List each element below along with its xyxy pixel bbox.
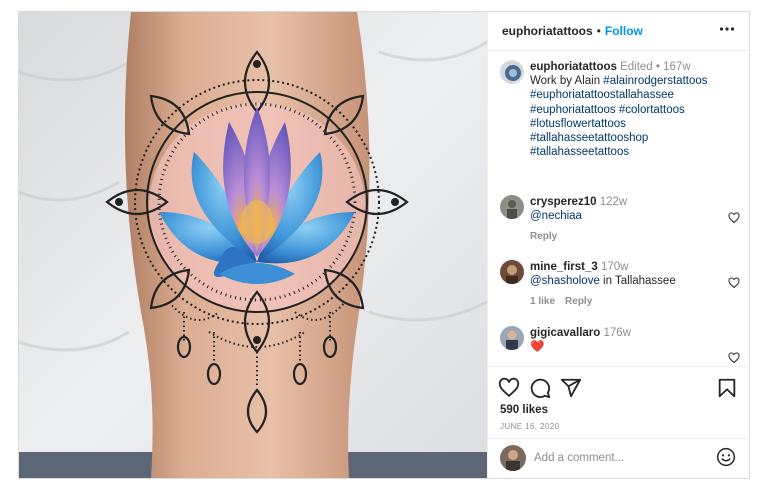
- hashtag-link[interactable]: #tallahasseetattoos: [530, 146, 629, 158]
- heart-icon[interactable]: [728, 277, 740, 289]
- instagram-post: euphoriatattoos • Follow euphoriatattoos…: [18, 11, 750, 479]
- reply-button[interactable]: Reply: [530, 231, 557, 242]
- edited-label: Edited: [620, 61, 653, 73]
- comment-body: in Tallahassee: [599, 275, 676, 287]
- comment-age[interactable]: 176w: [604, 327, 632, 339]
- more-horizontal-icon[interactable]: [719, 21, 735, 37]
- comment-mention[interactable]: @shasholove: [530, 275, 600, 287]
- post-author-username[interactable]: euphoriatattoos: [502, 24, 593, 38]
- bookmark-icon[interactable]: [716, 377, 738, 399]
- caption-text: euphoriatattoos Edited • 167w Work by Al…: [530, 60, 736, 159]
- commenter-avatar[interactable]: [500, 260, 524, 284]
- emoji-icon[interactable]: [716, 447, 736, 467]
- author-avatar[interactable]: [500, 60, 524, 84]
- heart-icon[interactable]: [728, 212, 740, 224]
- caption-username[interactable]: euphoriatattoos: [530, 61, 617, 73]
- send-icon[interactable]: [560, 377, 582, 399]
- add-comment-input[interactable]: [534, 448, 704, 468]
- heart-icon[interactable]: [728, 352, 740, 364]
- comment-mention[interactable]: @nechiaa: [530, 210, 582, 222]
- post-side-panel: euphoriatattoos • Follow euphoriatattoos…: [487, 12, 750, 478]
- reply-button[interactable]: Reply: [565, 296, 592, 307]
- comment-body: ❤️: [530, 341, 545, 353]
- hashtag-link[interactable]: #euphoriatattoos: [530, 104, 616, 116]
- comment-text: mine_first_3 170w @shasholove in Tallaha…: [530, 260, 676, 288]
- comment-text: gigicavallaro 176w ❤️: [530, 326, 631, 354]
- commenter-avatar[interactable]: [500, 326, 524, 350]
- comment-username[interactable]: crysperez10: [530, 196, 597, 208]
- comment-like-count[interactable]: 1 like: [530, 296, 555, 307]
- caption-dot: •: [655, 61, 660, 73]
- heart-icon[interactable]: [498, 377, 520, 399]
- hashtag-link[interactable]: #euphoriatattoostallahassee: [530, 89, 674, 101]
- likes-count[interactable]: 590 likes: [500, 404, 548, 416]
- comment-username[interactable]: mine_first_3: [530, 261, 598, 273]
- separator-dot: •: [596, 24, 601, 38]
- hashtag-link[interactable]: #tallahasseetattooshop: [530, 132, 648, 144]
- hashtag-link[interactable]: #lotusflowertattoos: [530, 118, 626, 130]
- comment-actions: Reply: [530, 231, 567, 242]
- add-comment-bar: [488, 438, 750, 478]
- comment-text: crysperez10 122w @nechiaa: [530, 195, 627, 223]
- caption-lead: Work by Alain: [530, 75, 604, 88]
- post-image[interactable]: [19, 12, 487, 478]
- comment-actions: 1 like Reply: [530, 296, 602, 307]
- current-user-avatar: [500, 445, 526, 471]
- comment-age[interactable]: 170w: [601, 261, 629, 273]
- post-header: euphoriatattoos • Follow: [488, 12, 749, 51]
- hashtag-link[interactable]: #colortattoos: [619, 104, 685, 116]
- caption-age[interactable]: 167w: [663, 61, 691, 73]
- comment-age[interactable]: 122w: [600, 196, 628, 208]
- comment-item: gigicavallaro 176w ❤️: [500, 326, 740, 366]
- hashtag-link[interactable]: #alainrodgerstattoos: [603, 75, 707, 87]
- commenter-avatar[interactable]: [500, 195, 524, 219]
- post-date[interactable]: JUNE 16, 2020: [500, 422, 559, 431]
- comment-icon[interactable]: [529, 377, 551, 399]
- follow-button[interactable]: Follow: [605, 24, 643, 38]
- comment-username[interactable]: gigicavallaro: [530, 327, 600, 339]
